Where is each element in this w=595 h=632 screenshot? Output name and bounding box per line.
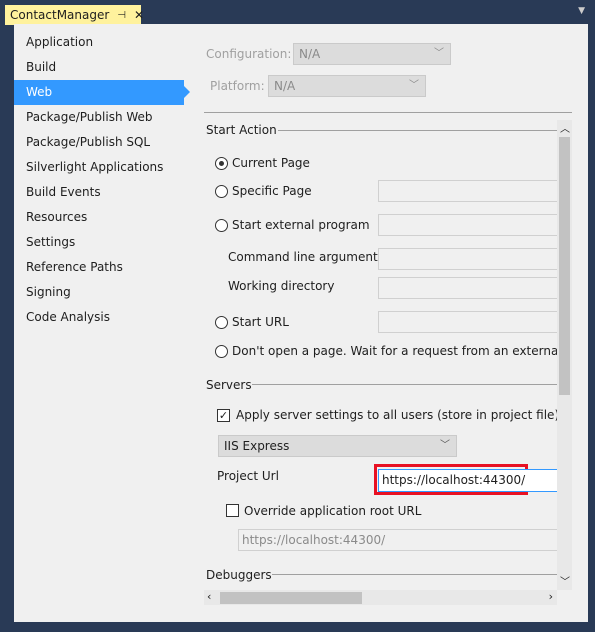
divider (252, 384, 557, 385)
chevron-down-icon[interactable]: ﹀ (560, 573, 570, 588)
nav-item-silverlight-applications[interactable]: Silverlight Applications (14, 155, 184, 180)
override-label: Override application root URL (244, 504, 422, 518)
chevron-down-icon: ﹀ (440, 440, 450, 451)
pin-icon[interactable]: ⊣ (117, 10, 126, 21)
nav-item-web[interactable]: Web (14, 80, 190, 105)
working-dir-label: Working directory (228, 279, 335, 293)
nav-item-resources[interactable]: Resources (14, 205, 184, 230)
nav-item-build-events[interactable]: Build Events (14, 180, 184, 205)
platform-select[interactable]: N/A ﹀ (268, 75, 426, 97)
chevron-left-icon[interactable]: ‹ (207, 590, 211, 603)
specific-page-label: Specific Page (232, 184, 312, 198)
horizontal-scrollbar[interactable]: ‹ › (204, 590, 557, 605)
working-dir-input[interactable] (378, 277, 557, 299)
configuration-label: Configuration: (206, 47, 292, 61)
start-url-input[interactable] (378, 311, 557, 333)
project-url-value: https://localhost:44300/ (382, 473, 526, 487)
nav-item-reference-paths[interactable]: Reference Paths (14, 255, 184, 280)
tab-title: ContactManager (10, 8, 110, 22)
specific-page-radio[interactable] (215, 185, 228, 198)
apply-all-label: Apply server settings to all users (stor… (236, 408, 560, 422)
chevron-up-icon[interactable]: ︿ (560, 120, 570, 135)
override-url-value: https://localhost:44300/ (242, 533, 386, 547)
current-page-label: Current Page (232, 156, 310, 170)
external-program-input[interactable] (378, 214, 557, 236)
nav-item-code-analysis[interactable]: Code Analysis (14, 305, 184, 330)
apply-all-checkbox[interactable]: ✓ (217, 409, 230, 422)
dont-open-label: Don't open a page. Wait for a request fr… (232, 344, 557, 358)
nav-item-signing[interactable]: Signing (14, 280, 184, 305)
close-icon[interactable]: ✕ (134, 8, 144, 22)
nav-item-package-publish-web[interactable]: Package/Publish Web (14, 105, 184, 130)
configuration-select[interactable]: N/A ﹀ (293, 43, 451, 65)
platform-value: N/A (274, 79, 296, 93)
start-url-label: Start URL (232, 315, 289, 329)
current-page-radio[interactable] (215, 157, 228, 170)
chevron-down-icon: ﹀ (409, 80, 419, 91)
server-select[interactable]: IIS Express ﹀ (218, 435, 457, 457)
nav-item-package-publish-sql[interactable]: Package/Publish SQL (14, 130, 184, 155)
scrollbar-thumb[interactable] (220, 592, 362, 604)
debuggers-header: Debuggers (206, 568, 272, 582)
nav-item-build[interactable]: Build (14, 55, 184, 80)
project-url-label: Project Url (217, 469, 279, 483)
chevron-down-icon: ﹀ (434, 48, 444, 59)
platform-label: Platform: (210, 79, 265, 93)
start-action-header: Start Action (206, 123, 277, 137)
cmd-args-input[interactable] (378, 248, 557, 270)
dont-open-radio[interactable] (215, 345, 228, 358)
override-checkbox[interactable] (226, 504, 239, 517)
start-url-radio[interactable] (215, 316, 228, 329)
project-url-input[interactable]: https://localhost:44300/ (378, 469, 557, 492)
nav-item-settings[interactable]: Settings (14, 230, 184, 255)
document-tab[interactable]: ContactManager ⊣ ✕ (5, 5, 144, 25)
external-program-radio[interactable] (215, 219, 228, 232)
divider (278, 130, 557, 131)
divider (272, 574, 557, 575)
scrollbar-thumb[interactable] (559, 137, 570, 395)
divider (204, 112, 572, 113)
vertical-scrollbar[interactable]: ︿ ﹀ (557, 120, 572, 590)
server-value: IIS Express (224, 439, 290, 453)
servers-header: Servers (206, 378, 252, 392)
specific-page-input[interactable] (378, 180, 557, 202)
chevron-down-icon[interactable]: ▼ (578, 6, 585, 16)
configuration-value: N/A (299, 47, 321, 61)
cmd-args-label: Command line arguments (228, 250, 384, 264)
nav-item-application[interactable]: Application (14, 30, 184, 55)
chevron-right-icon[interactable]: › (549, 590, 553, 603)
override-url-input[interactable]: https://localhost:44300/ (238, 529, 557, 551)
external-program-label: Start external program (232, 218, 370, 232)
